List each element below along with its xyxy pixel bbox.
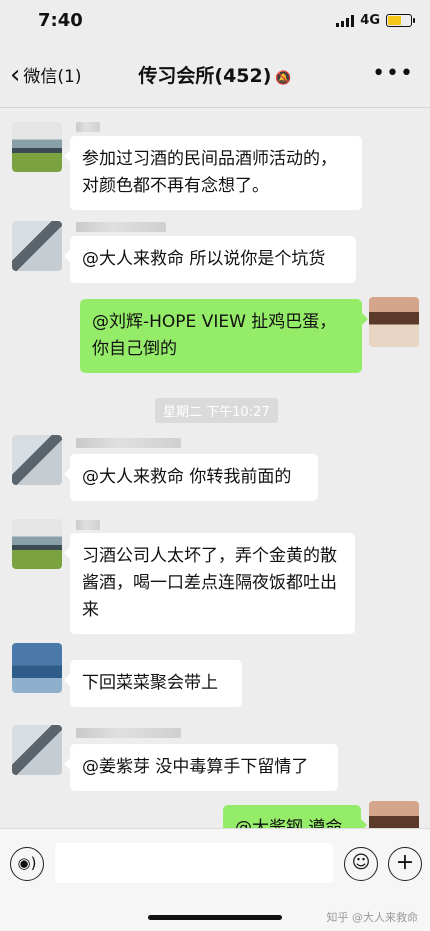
- sender-name-blurred: [76, 728, 181, 738]
- chat-area[interactable]: 参加过习酒的民间品酒师活动的，对颜色都不再有念想了。 @大人来救命 所以说你是个…: [0, 108, 430, 828]
- sender-name-blurred: [76, 122, 100, 132]
- message-bubble[interactable]: 下回菜菜聚会带上: [64, 660, 242, 707]
- avatar[interactable]: [12, 725, 62, 775]
- message-bubble[interactable]: 习酒公司人太坏了，弄个金黄的散酱酒，喝一口差点连隔夜饭都吐出来: [64, 533, 355, 634]
- sender-name-blurred: [76, 520, 100, 530]
- signal-icon: [336, 14, 355, 27]
- avatar[interactable]: [12, 643, 62, 693]
- avatar[interactable]: [12, 221, 62, 271]
- more-options-button[interactable]: •••: [372, 61, 414, 86]
- avatar[interactable]: [12, 519, 62, 569]
- voice-icon: ◉): [17, 854, 37, 872]
- message-bubble-self[interactable]: @大酱钢 遵命: [223, 805, 367, 828]
- watermark: 知乎 @大人来救命: [326, 911, 419, 924]
- message-bubble[interactable]: @大人来救命 你转我前面的: [64, 454, 318, 501]
- avatar-self[interactable]: [369, 801, 419, 828]
- more-dots-icon: •••: [372, 61, 414, 86]
- mute-bell-icon: 🔕: [275, 71, 292, 86]
- plus-icon: +: [395, 850, 415, 875]
- avatar[interactable]: [12, 435, 62, 485]
- top-bar: 7:40 4G ‹ 微信(1) 传习会所(452) 🔕 •••: [0, 0, 430, 108]
- status-indicators: 4G: [336, 13, 415, 28]
- voice-button[interactable]: ◉): [10, 847, 44, 881]
- battery-icon: [386, 14, 415, 27]
- message-bubble[interactable]: @姜紫芽 没中毒算手下留情了: [64, 744, 338, 791]
- emoji-button[interactable]: ☺: [344, 847, 378, 881]
- avatar[interactable]: [12, 122, 62, 172]
- sender-name-blurred: [76, 438, 181, 448]
- message-input[interactable]: [55, 843, 333, 883]
- message-bubble-self[interactable]: @刘辉-HOPE VIEW 扯鸡巴蛋，你自己倒的: [80, 299, 368, 373]
- more-functions-button[interactable]: +: [388, 847, 422, 881]
- chat-title: 传习会所(452): [138, 65, 272, 87]
- avatar-self[interactable]: [369, 297, 419, 347]
- network-label: 4G: [360, 13, 380, 28]
- emoji-icon: ☺: [351, 852, 371, 873]
- message-bubble[interactable]: @大人来救命 所以说你是个坑货: [64, 236, 356, 283]
- message-bubble[interactable]: 参加过习酒的民间品酒师活动的，对颜色都不再有念想了。: [64, 136, 362, 210]
- status-time: 7:40: [38, 10, 83, 31]
- sender-name-blurred: [76, 222, 166, 232]
- timestamp-separator: 星期二 下午10:27: [155, 398, 278, 423]
- home-indicator: [148, 915, 282, 920]
- chat-title-row: 传习会所(452) 🔕: [0, 61, 430, 88]
